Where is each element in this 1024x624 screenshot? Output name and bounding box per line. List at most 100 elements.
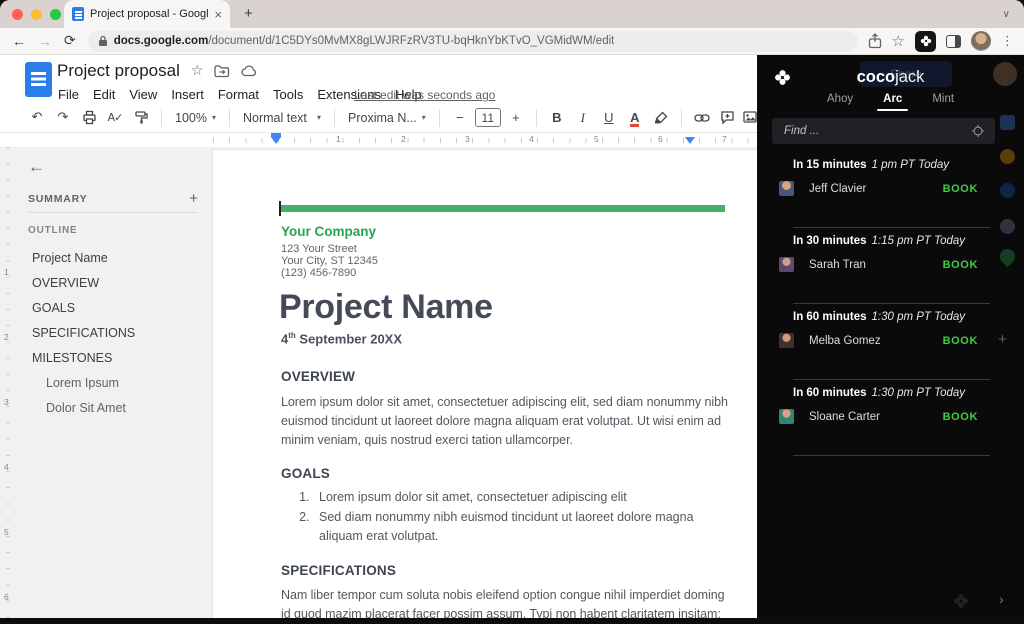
goals-list: Lorem ipsum dolor sit amet, consectetuer… <box>281 488 701 547</box>
tab-close-icon[interactable]: × <box>214 8 222 21</box>
cocojack-extension-button[interactable] <box>915 30 936 52</box>
bookmark-star-icon[interactable]: ☆ <box>892 32 905 50</box>
italic-button[interactable]: I <box>572 107 594 129</box>
book-button[interactable]: BOOK <box>943 335 978 347</box>
outline-item[interactable]: OVERVIEW <box>28 270 204 295</box>
slot-time-label: In 60 minutes 1:30 pm PT Today <box>793 387 966 399</box>
book-button[interactable]: BOOK <box>943 411 978 423</box>
ruler-number: 4 <box>4 462 9 472</box>
add-comment-button[interactable] <box>717 107 739 129</box>
close-outline-icon[interactable]: ← <box>28 157 45 177</box>
panel-tab[interactable]: Ahoy <box>825 89 855 111</box>
document-title[interactable]: Project proposal <box>57 61 180 81</box>
insert-link-button[interactable] <box>691 107 713 129</box>
google-docs-logo[interactable] <box>25 62 52 97</box>
browser-window: Project proposal - Google Docs × + ∨ ← →… <box>0 0 1024 624</box>
outline-item[interactable]: SPECIFICATIONS <box>28 320 204 345</box>
share-icon[interactable] <box>868 33 882 49</box>
zoom-window-button[interactable] <box>50 9 61 20</box>
book-button[interactable]: BOOK <box>943 183 978 195</box>
move-to-folder-icon[interactable] <box>214 64 230 78</box>
outline-item[interactable]: GOALS <box>28 295 204 320</box>
reload-button[interactable]: ⟳ <box>64 33 76 49</box>
minimize-window-button[interactable] <box>31 9 42 20</box>
font-size-increase-button[interactable]: + <box>505 107 527 129</box>
outline-item[interactable]: MILESTONES <box>28 345 204 370</box>
last-edit-link[interactable]: Last edit was seconds ago <box>354 88 495 102</box>
right-indent-marker[interactable] <box>685 137 695 144</box>
booking-slots-list: In 15 minutes 1 pm PT Today Jeff Clavier … <box>757 152 1024 456</box>
browser-tab[interactable]: Project proposal - Google Docs × <box>64 0 230 28</box>
left-indent-marker[interactable] <box>271 133 281 144</box>
zoom-select[interactable]: 100% ▾ <box>171 107 220 129</box>
text-color-button[interactable]: A <box>630 108 640 127</box>
clover-icon <box>920 35 931 47</box>
print-button[interactable] <box>78 107 100 129</box>
tab-search-chevron-icon[interactable]: ∨ <box>1003 9 1010 20</box>
vertical-ruler: 1 2 3 4 5 6 <box>0 147 14 618</box>
ruler-number: 5 <box>594 134 599 144</box>
contact-avatar <box>779 181 794 196</box>
window-controls[interactable] <box>12 9 61 20</box>
ruler-number: 3 <box>4 397 9 407</box>
contact-name: Sloane Carter <box>809 410 880 423</box>
font-select[interactable]: Proxima N... ▾ <box>344 107 430 129</box>
divider <box>793 455 990 456</box>
undo-button[interactable]: ↶ <box>26 107 48 129</box>
highlight-color-button[interactable] <box>650 107 672 129</box>
add-summary-button[interactable]: + <box>189 190 198 207</box>
back-button[interactable]: ← <box>12 33 26 49</box>
browser-menu-icon[interactable]: ⋮ <box>1001 34 1014 49</box>
ruler-number: 2 <box>4 332 9 342</box>
cocojack-clover-icon[interactable] <box>774 69 791 86</box>
menu-item[interactable]: Insert <box>165 85 210 104</box>
contact-name: Sarah Tran <box>809 258 866 271</box>
forward-button: → <box>38 33 52 49</box>
find-input[interactable] <box>772 118 995 144</box>
outline-item[interactable]: Dolor Sit Amet <box>28 395 204 420</box>
booking-slot: In 15 minutes 1 pm PT Today Jeff Clavier … <box>757 152 1024 228</box>
ruler-number: 5 <box>4 527 9 537</box>
menu-item[interactable]: File <box>52 85 85 104</box>
menu-item[interactable]: Tools <box>267 85 309 104</box>
ruler-number: 6 <box>658 134 663 144</box>
address-bar[interactable]: docs.google.com/document/d/1C5DYs0MvMX8g… <box>87 30 858 52</box>
outline-item[interactable]: Project Name <box>28 245 204 270</box>
redo-button[interactable]: ↷ <box>52 107 74 129</box>
menu-item[interactable]: Format <box>212 85 265 104</box>
cloud-saved-icon <box>241 65 257 77</box>
profile-avatar[interactable] <box>971 31 991 51</box>
menu-item[interactable]: Edit <box>87 85 121 104</box>
tab-title: Project proposal - Google Docs <box>90 8 209 20</box>
target-icon[interactable] <box>971 124 985 138</box>
paint-format-button[interactable] <box>130 107 152 129</box>
paragraph-style-select[interactable]: Normal text ▾ <box>239 107 325 129</box>
panel-tab[interactable]: Arc <box>877 89 909 111</box>
doc-date: 4th September 20XX <box>281 331 403 347</box>
book-button[interactable]: BOOK <box>943 259 978 271</box>
company-address: 123 Your Street Your City, ST 12345 (123… <box>281 243 379 279</box>
docs-favicon <box>72 7 84 21</box>
contact-name: Melba Gomez <box>809 334 881 347</box>
spelling-check-button[interactable]: A✓ <box>104 107 126 129</box>
cocojack-panel: Share + › cocojack Ahoy Arc Mint Find ..… <box>757 55 1024 624</box>
side-panel-icon[interactable] <box>946 34 961 48</box>
url-path: /document/d/1C5DYs0MvMX8gLWJRFzRV3TU-bqH… <box>208 35 615 47</box>
font-size-input[interactable]: 11 <box>474 108 501 127</box>
font-size-decrease-button[interactable]: − <box>449 107 471 129</box>
new-tab-button[interactable]: + <box>244 5 253 22</box>
star-document-icon[interactable]: ☆ <box>191 63 204 79</box>
menu-item[interactable]: View <box>123 85 163 104</box>
underline-button[interactable]: U <box>598 107 620 129</box>
panel-tab[interactable]: Mint <box>930 89 956 111</box>
ruler-number: 1 <box>336 134 341 144</box>
outline-item[interactable]: Lorem Ipsum <box>28 370 204 395</box>
contact-avatar <box>779 409 794 424</box>
document-page[interactable]: Your Company 123 Your Street Your City, … <box>213 150 795 618</box>
contact-name: Jeff Clavier <box>809 182 867 195</box>
bold-button[interactable]: B <box>546 107 568 129</box>
close-window-button[interactable] <box>12 9 23 20</box>
booking-slot: In 60 minutes 1:30 pm PT Today Sloane Car… <box>757 380 1024 456</box>
goal-item: Lorem ipsum dolor sit amet, consectetuer… <box>313 488 701 508</box>
ruler-number: 3 <box>465 134 470 144</box>
